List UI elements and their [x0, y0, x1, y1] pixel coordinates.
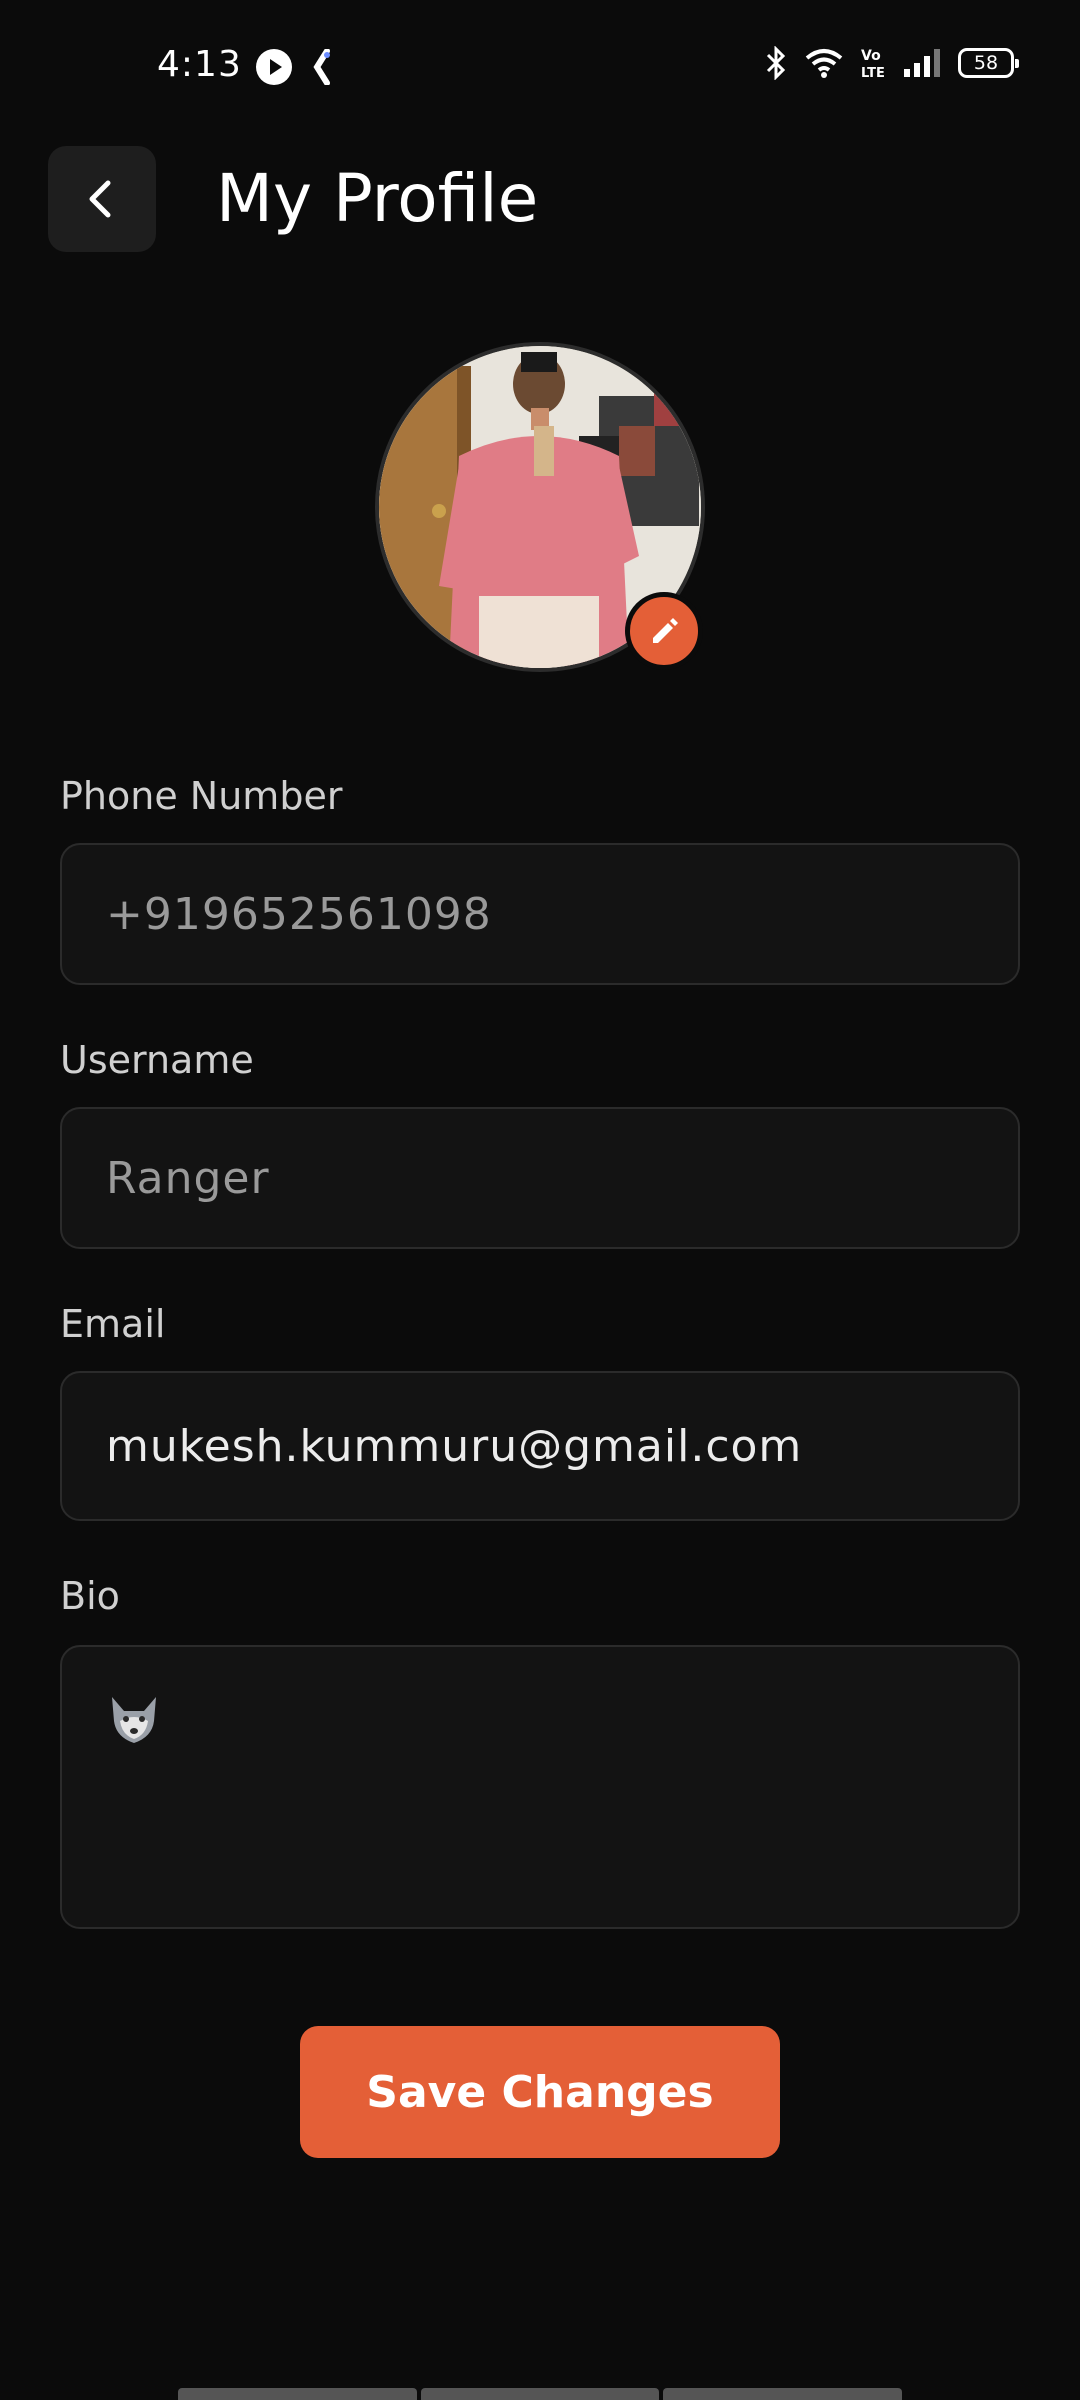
wifi-icon	[804, 47, 844, 79]
avatar-container	[375, 342, 705, 672]
pencil-icon	[647, 614, 681, 648]
wolf-emoji-icon	[112, 1697, 156, 1743]
gesture-nav-bar[interactable]	[178, 2388, 903, 2400]
phone-label: Phone Number	[60, 774, 343, 818]
save-button[interactable]: Save Changes	[300, 2026, 780, 2158]
page-title: My Profile	[216, 160, 539, 237]
play-circle-icon	[255, 48, 293, 86]
phone-value: +919652561098	[106, 888, 492, 940]
gesture-segment	[663, 2388, 903, 2400]
email-label: Email	[60, 1302, 166, 1346]
gesture-segment	[178, 2388, 417, 2400]
svg-text:LTE: LTE	[861, 66, 885, 80]
bio-value: 🐺	[106, 1697, 162, 1751]
phone-field[interactable]: +919652561098	[60, 843, 1020, 985]
email-field[interactable]: mukesh.kummuru@gmail.com	[60, 1371, 1020, 1521]
username-value: Ranger	[106, 1152, 270, 1204]
username-label: Username	[60, 1038, 254, 1082]
status-left-icons	[255, 48, 333, 86]
back-button[interactable]	[48, 146, 156, 252]
signal-icon	[902, 47, 942, 79]
battery-indicator: 58	[958, 48, 1019, 78]
status-right-icons: Vo LTE 58	[764, 46, 1019, 80]
volte-icon: Vo LTE	[860, 46, 886, 80]
svg-text:Vo: Vo	[861, 48, 881, 64]
email-value: mukesh.kummuru@gmail.com	[106, 1420, 803, 1472]
bio-label: Bio	[60, 1574, 120, 1618]
edit-avatar-button[interactable]	[625, 592, 703, 670]
bio-field[interactable]: 🐺	[60, 1645, 1020, 1929]
bluetooth-icon	[764, 46, 788, 80]
chevron-left-icon	[82, 177, 122, 221]
status-time: 4:13	[157, 44, 242, 85]
app-notification-icon	[311, 49, 333, 85]
username-field[interactable]: Ranger	[60, 1107, 1020, 1249]
status-bar: 4:13 Vo LTE 58	[0, 0, 1080, 130]
gesture-segment	[420, 2388, 660, 2400]
